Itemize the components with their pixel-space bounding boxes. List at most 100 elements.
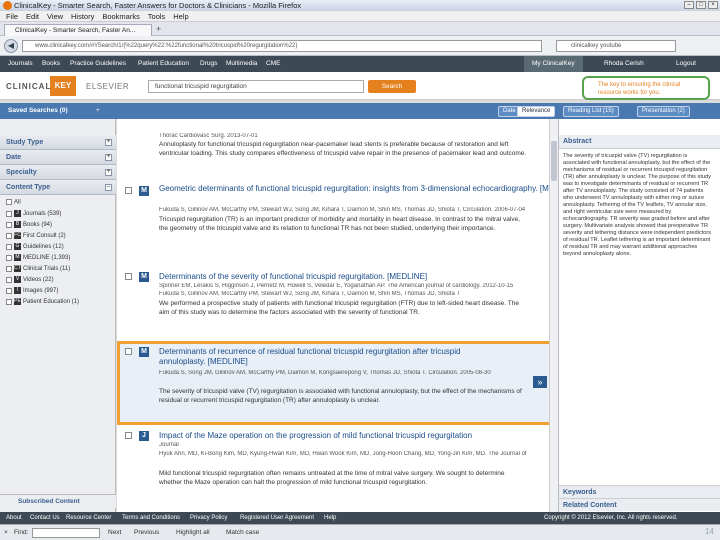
find-previous-button[interactable]: Previous (134, 525, 159, 540)
menu-edit[interactable]: Edit (26, 11, 39, 22)
checkbox[interactable] (6, 287, 12, 294)
browser-tab[interactable]: ClinicalKey - Smarter Search, Faster An.… (4, 24, 152, 36)
menu-history[interactable]: History (71, 11, 94, 22)
search-button[interactable]: Search (368, 80, 416, 93)
checkbox[interactable] (6, 232, 12, 239)
result-item[interactable]: J Impact of the Maze operation on the pr… (117, 428, 550, 512)
result-title[interactable]: Geometric determinants of functional tri… (159, 184, 550, 193)
facet-content-type[interactable]: Content Type – (0, 180, 116, 195)
saved-searches-add-icon[interactable]: + (96, 103, 100, 119)
new-tab-button[interactable]: + (156, 25, 161, 34)
saved-searches[interactable]: Saved Searches (0) (8, 103, 68, 119)
view-abstract-arrow-icon[interactable]: » (533, 376, 547, 388)
expand-icon[interactable]: + (105, 154, 112, 161)
related-content-label: Related Content (563, 502, 617, 509)
nav-multimedia[interactable]: Multimedia (226, 56, 257, 72)
nav-practice-guidelines[interactable]: Practice Guidelines (70, 56, 126, 72)
content-type-item[interactable]: CT Clinical Trials (11) (6, 265, 70, 272)
content-type-item[interactable]: G Guidelines (12) (6, 243, 64, 250)
find-match-case[interactable]: Match case (226, 525, 259, 540)
checkbox[interactable] (6, 298, 12, 305)
nav-drugs[interactable]: Drugs (200, 56, 217, 72)
facet-specialty[interactable]: Specialty + (0, 165, 116, 180)
result-item[interactable]: Thorac Cardiovasc Surg. 2013-07-01 Annul… (117, 119, 550, 189)
footer-help[interactable]: Help (324, 512, 336, 524)
checkbox[interactable] (6, 265, 12, 272)
checkbox[interactable] (6, 276, 12, 283)
abstract-header[interactable]: Abstract (559, 135, 720, 149)
browser-search-input[interactable]: clinicalkey youtube (556, 40, 676, 52)
nav-books[interactable]: Books (42, 56, 60, 72)
subscribed-content-toggle[interactable]: Subscribed Content (0, 494, 116, 508)
menu-help[interactable]: Help (173, 11, 188, 22)
sort-relevance-button[interactable]: Relevance (517, 106, 556, 117)
footer-privacy[interactable]: Privacy Policy (190, 512, 227, 524)
footer-contact[interactable]: Contact Us (30, 512, 60, 524)
facet-study-type[interactable]: Study Type + (0, 135, 116, 150)
abstract-panel: Abstract The severity of tricuspid valve… (558, 119, 720, 512)
presentation-button[interactable]: Presentation (2) (637, 106, 690, 117)
content-type-item[interactable]: I Images (997) (6, 287, 58, 294)
logout-link[interactable]: Logout (676, 56, 696, 72)
keywords-section[interactable]: Keywords (559, 485, 720, 498)
elsevier-logo: ELSEVIER (86, 82, 130, 91)
find-next-button[interactable]: Next (108, 525, 121, 540)
results-toolbar: Saved Searches (0) + Date Relevance Read… (0, 103, 720, 119)
result-item[interactable]: M Determinants of the severity of functi… (117, 269, 550, 339)
result-title[interactable]: Impact of the Maze operation on the prog… (159, 431, 472, 440)
maximize-button[interactable]: □ (696, 1, 706, 9)
result-checkbox[interactable] (125, 432, 132, 439)
user-name[interactable]: Rhoda Cerish (604, 56, 644, 72)
checkbox[interactable] (6, 199, 12, 205)
facet-date[interactable]: Date + (0, 150, 116, 165)
content-type-item[interactable]: All (6, 199, 21, 206)
footer-about[interactable]: About (6, 512, 22, 524)
collapse-icon[interactable]: – (105, 184, 112, 191)
content-type-item[interactable]: PE Patient Education (1) (6, 298, 79, 305)
facet-content-type-label: Content Type (6, 184, 51, 191)
footer-user-agreement[interactable]: Registered User Agreement (240, 512, 314, 524)
menu-tools[interactable]: Tools (148, 11, 166, 22)
checkbox[interactable] (6, 221, 12, 228)
checkbox[interactable] (6, 254, 12, 261)
checkbox[interactable] (6, 210, 12, 217)
result-item[interactable]: M Geometric determinants of functional t… (117, 181, 550, 271)
footer-terms[interactable]: Terms and Conditions (122, 512, 180, 524)
result-title[interactable]: Determinants of the severity of function… (159, 272, 427, 281)
nav-journals[interactable]: Journals (8, 56, 33, 72)
clinicalkey-logo[interactable]: CLINICAL (6, 82, 51, 91)
content-type-item[interactable]: M MEDLINE (1,393) (6, 254, 70, 261)
url-bar[interactable]: www.clinicalkey.com/#!/Search/1/{%22quer… (22, 40, 542, 52)
close-button[interactable]: × (708, 1, 718, 9)
find-highlight-all[interactable]: Highlight all (176, 525, 210, 540)
find-input[interactable] (32, 528, 100, 538)
expand-icon[interactable]: + (105, 139, 112, 146)
content-type-item[interactable]: B Books (94) (6, 221, 52, 228)
reading-list-button[interactable]: Reading List (15) (563, 106, 619, 117)
related-content-section[interactable]: Related Content (559, 498, 720, 511)
menu-file[interactable]: File (6, 11, 18, 22)
content-type-item[interactable]: V Videos (22) (6, 276, 54, 283)
find-close-icon[interactable]: × (4, 525, 8, 540)
nav-patient-education[interactable]: Patient Education (138, 56, 189, 72)
result-checkbox[interactable] (125, 187, 132, 194)
content-type-item[interactable]: FC First Consult (2) (6, 232, 66, 239)
expand-icon[interactable]: + (105, 169, 112, 176)
content-type-item[interactable]: J Journals (539) (6, 210, 61, 217)
window-title: ClinicalKey - Smarter Search, Faster Ans… (14, 1, 302, 10)
results-scrollbar[interactable] (549, 119, 558, 512)
minimize-button[interactable]: – (684, 1, 694, 9)
facet-study-type-label: Study Type (6, 139, 44, 146)
footer-resource-center[interactable]: Resource Center (66, 512, 111, 524)
search-input[interactable]: functional tricuspid regurgitation (148, 80, 364, 93)
checkbox[interactable] (6, 243, 12, 250)
menu-bookmarks[interactable]: Bookmarks (102, 11, 140, 22)
nav-cme[interactable]: CME (266, 56, 280, 72)
scrollbar-thumb[interactable] (551, 141, 557, 181)
site-nav: Journals Books Practice Guidelines Patie… (0, 56, 720, 72)
result-checkbox[interactable] (125, 273, 132, 280)
content-type-label: First Consult (2) (23, 233, 66, 240)
back-button[interactable]: ◀ (4, 39, 18, 53)
nav-my-clinicalkey[interactable]: My ClinicalKey (524, 56, 583, 72)
menu-view[interactable]: View (47, 11, 63, 22)
